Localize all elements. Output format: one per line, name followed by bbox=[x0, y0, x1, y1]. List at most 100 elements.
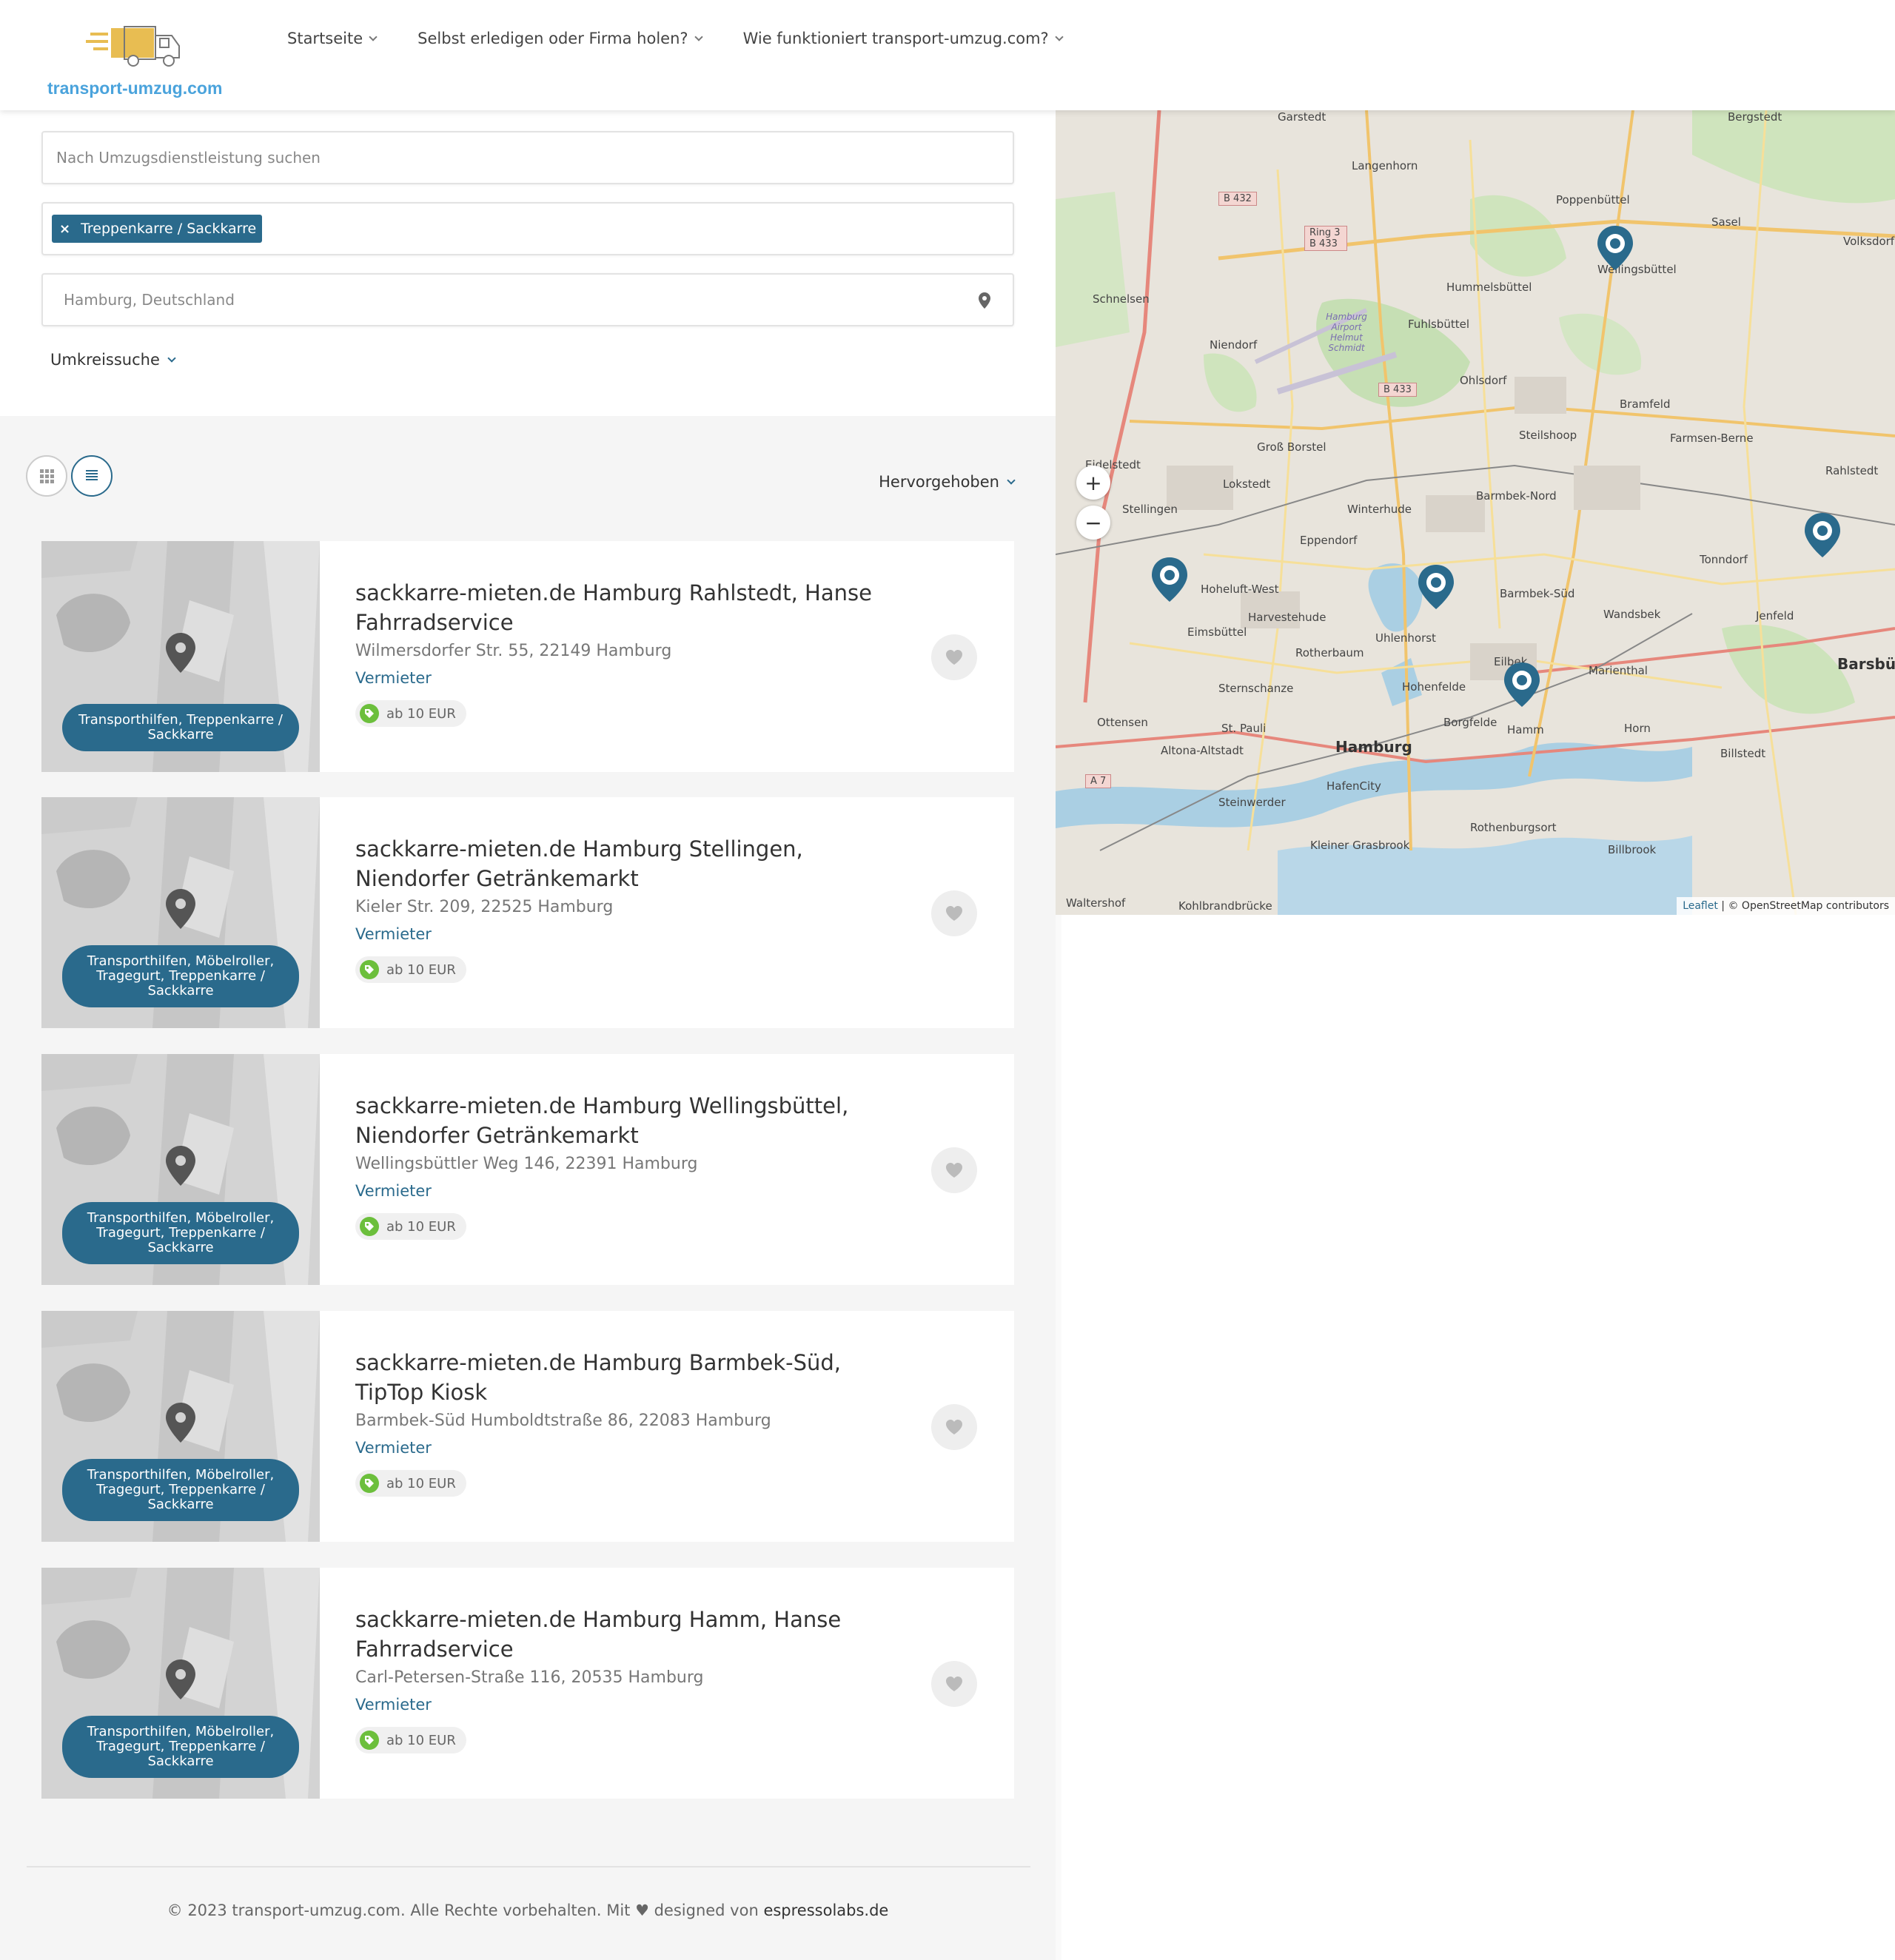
map-label: Wandsbek bbox=[1603, 608, 1661, 621]
map-label: Waltershof bbox=[1066, 896, 1126, 910]
category-chip[interactable]: × Treppenkarre / Sackkarre bbox=[52, 215, 263, 243]
nav-label: Selbst erledigen oder Firma holen? bbox=[417, 30, 688, 47]
chevron-down-icon bbox=[1007, 476, 1016, 485]
listing-role[interactable]: Vermieter bbox=[355, 925, 979, 943]
map-marker-pin-icon[interactable] bbox=[1150, 556, 1189, 603]
logo-text: transport-umzug.com bbox=[47, 78, 223, 98]
listing-map-thumbnail[interactable]: Transporthilfen, Möbelroller, Tragegurt,… bbox=[41, 1054, 320, 1285]
listing-card[interactable]: Transporthilfen, Möbelroller, Tragegurt,… bbox=[41, 797, 1014, 1028]
price-tag-icon bbox=[360, 704, 379, 723]
price-badge: ab 10 EUR bbox=[355, 1727, 466, 1753]
listing-body: sackkarre-mieten.de Hamburg Stellingen, … bbox=[320, 797, 1014, 1028]
location-input[interactable]: Hamburg, Deutschland bbox=[41, 273, 1014, 326]
listing-map-thumbnail[interactable]: Transporthilfen, Treppenkarre / Sackkarr… bbox=[41, 541, 320, 772]
map-label: Kleiner Grasbrook bbox=[1310, 839, 1410, 852]
map-label: Bramfeld bbox=[1620, 397, 1671, 411]
site-logo[interactable]: transport-umzug.com bbox=[47, 22, 225, 104]
price-badge: ab 10 EUR bbox=[355, 956, 466, 983]
map[interactable]: Garstedt Bergstedt Langenhorn Poppenbütt… bbox=[1056, 110, 1895, 915]
listing-role[interactable]: Vermieter bbox=[355, 1182, 979, 1200]
sort-label: Hervorgehoben bbox=[879, 473, 999, 491]
map-label: St. Pauli bbox=[1221, 722, 1267, 735]
category-tags[interactable]: Transporthilfen, Treppenkarre / Sackkarr… bbox=[62, 704, 299, 751]
favorite-button[interactable] bbox=[931, 1661, 977, 1707]
search-placeholder: Nach Umzugsdienstleistung suchen bbox=[56, 149, 321, 167]
listing-card[interactable]: Transporthilfen, Möbelroller, Tragegurt,… bbox=[41, 1311, 1014, 1542]
listing-title[interactable]: sackkarre-mieten.de Hamburg Stellingen, … bbox=[355, 834, 888, 893]
road-shield: A 7 bbox=[1085, 774, 1112, 788]
filter-area: Nach Umzugsdienstleistung suchen × Trepp… bbox=[0, 110, 1056, 416]
favorite-button[interactable] bbox=[931, 634, 977, 680]
map-label: Poppenbüttel bbox=[1556, 193, 1630, 207]
map-label: Barsbüttel bbox=[1837, 655, 1895, 673]
map-label: Rothenburgsort bbox=[1470, 821, 1557, 834]
map-label: Stellingen bbox=[1122, 503, 1178, 516]
listing-card[interactable]: Transporthilfen, Möbelroller, Tragegurt,… bbox=[41, 1054, 1014, 1285]
favorite-button[interactable] bbox=[931, 890, 977, 936]
listing-card[interactable]: Transporthilfen, Treppenkarre / Sackkarr… bbox=[41, 541, 1014, 772]
category-tags[interactable]: Transporthilfen, Möbelroller, Tragegurt,… bbox=[62, 1202, 299, 1264]
listing-address: Carl-Petersen-Straße 116, 20535 Hamburg bbox=[355, 1668, 704, 1687]
site-header: transport-umzug.com Startseite Selbst er… bbox=[0, 0, 1895, 110]
listing-map-thumbnail[interactable]: Transporthilfen, Möbelroller, Tragegurt,… bbox=[41, 1311, 320, 1542]
listing-card[interactable]: Transporthilfen, Möbelroller, Tragegurt,… bbox=[41, 1568, 1014, 1799]
remove-chip-icon[interactable]: × bbox=[59, 221, 70, 237]
listing-role[interactable]: Vermieter bbox=[355, 1696, 979, 1714]
nav-label: Startseite bbox=[287, 30, 363, 47]
listing-map-thumbnail[interactable]: Transporthilfen, Möbelroller, Tragegurt,… bbox=[41, 1568, 320, 1799]
map-label: Ottensen bbox=[1097, 716, 1148, 729]
favorite-button[interactable] bbox=[931, 1404, 977, 1450]
map-panel-spacer bbox=[1056, 915, 1061, 1960]
leaflet-link[interactable]: Leaflet bbox=[1683, 900, 1718, 912]
nav-startseite[interactable]: Startseite bbox=[287, 30, 378, 47]
map-label: Steinwerder bbox=[1218, 796, 1286, 809]
listing-title[interactable]: sackkarre-mieten.de Hamburg Wellingsbütt… bbox=[355, 1091, 888, 1150]
search-input[interactable]: Nach Umzugsdienstleistung suchen bbox=[41, 131, 1014, 184]
map-label: Eppendorf bbox=[1300, 534, 1358, 547]
map-label: Altona-Altstadt bbox=[1161, 744, 1244, 757]
listing-role[interactable]: Vermieter bbox=[355, 1439, 979, 1457]
map-marker-pin-icon[interactable] bbox=[1596, 224, 1634, 272]
grid-view-button[interactable] bbox=[26, 455, 67, 497]
listing-title[interactable]: sackkarre-mieten.de Hamburg Barmbek-Süd,… bbox=[355, 1348, 888, 1407]
location-pin-icon bbox=[166, 1146, 195, 1186]
map-label: Hummelsbüttel bbox=[1446, 281, 1532, 294]
map-label: Kohlbrandbrücke bbox=[1178, 899, 1272, 913]
listing-address: Wellingsbüttler Weg 146, 22391 Hamburg bbox=[355, 1155, 698, 1173]
map-label: Eimsbüttel bbox=[1187, 625, 1247, 639]
zoom-in-button[interactable]: + bbox=[1076, 466, 1110, 500]
listing-title[interactable]: sackkarre-mieten.de Hamburg Hamm, Hanse … bbox=[355, 1605, 888, 1664]
nav-selbst-erledigen[interactable]: Selbst erledigen oder Firma holen? bbox=[417, 30, 703, 47]
map-marker-pin-icon[interactable] bbox=[1503, 661, 1541, 708]
listing-role[interactable]: Vermieter bbox=[355, 669, 979, 687]
location-pin-icon[interactable] bbox=[979, 292, 990, 309]
map-marker-pin-icon[interactable] bbox=[1803, 511, 1842, 559]
map-label: Harvestehude bbox=[1248, 611, 1326, 624]
map-label: Hamburg bbox=[1335, 738, 1412, 756]
chevron-down-icon bbox=[369, 33, 378, 41]
map-label: Ohlsdorf bbox=[1460, 374, 1507, 387]
category-tags[interactable]: Transporthilfen, Möbelroller, Tragegurt,… bbox=[62, 1459, 299, 1521]
list-view-button[interactable] bbox=[71, 455, 113, 497]
sort-dropdown[interactable]: Hervorgehoben bbox=[879, 473, 1016, 491]
map-label: Groß Borstel bbox=[1257, 440, 1326, 454]
category-tags[interactable]: Transporthilfen, Möbelroller, Tragegurt,… bbox=[62, 1716, 299, 1778]
listing-map-thumbnail[interactable]: Transporthilfen, Möbelroller, Tragegurt,… bbox=[41, 797, 320, 1028]
road-shield: Ring 3 B 433 bbox=[1304, 226, 1347, 251]
price-badge: ab 10 EUR bbox=[355, 700, 466, 727]
map-label: Barmbek-Süd bbox=[1500, 587, 1575, 600]
map-label: Schnelsen bbox=[1093, 292, 1150, 306]
nav-wie-funktioniert[interactable]: Wie funktioniert transport-umzug.com? bbox=[743, 30, 1064, 47]
map-label: Hamm bbox=[1507, 723, 1544, 736]
price-tag-icon bbox=[360, 960, 379, 979]
category-tags[interactable]: Transporthilfen, Möbelroller, Tragegurt,… bbox=[62, 945, 299, 1007]
listing-title[interactable]: sackkarre-mieten.de Hamburg Rahlstedt, H… bbox=[355, 578, 888, 637]
zoom-out-button[interactable]: − bbox=[1076, 506, 1110, 540]
listing-body: sackkarre-mieten.de Hamburg Hamm, Hanse … bbox=[320, 1568, 1014, 1799]
favorite-button[interactable] bbox=[931, 1147, 977, 1193]
map-marker-pin-icon[interactable] bbox=[1417, 563, 1455, 611]
radius-search-toggle[interactable]: Umkreissuche bbox=[50, 351, 176, 369]
category-field[interactable]: × Treppenkarre / Sackkarre bbox=[41, 202, 1014, 255]
footer-brand-link[interactable]: espressolabs.de bbox=[763, 1902, 888, 1919]
map-label: Billbrook bbox=[1608, 843, 1657, 856]
